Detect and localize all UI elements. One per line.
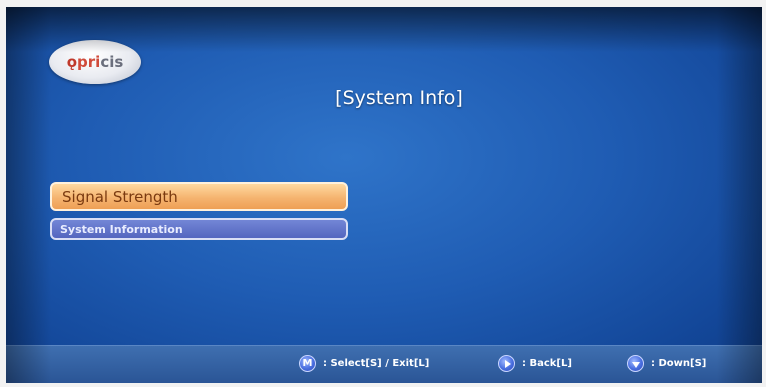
m-button-icon: M xyxy=(299,355,316,372)
menu-item-signal-strength[interactable]: Signal Strength xyxy=(50,182,348,211)
page-title: [System Info] xyxy=(335,87,463,109)
hint-back: : Back[L] xyxy=(498,355,572,372)
logo-part-1: ǫ xyxy=(66,53,78,71)
right-arrow-button-icon xyxy=(498,355,515,372)
tv-screen: ǫpricis [System Info] Signal Strength Sy… xyxy=(6,7,762,383)
m-button-icon-text: M xyxy=(302,358,313,369)
hint-select-exit: M : Select[S] / Exit[L] xyxy=(299,355,429,372)
menu-item-label: System Information xyxy=(60,222,183,236)
menu-item-system-information[interactable]: System Information xyxy=(50,218,348,240)
brand-logo-text: ǫpricis xyxy=(67,53,124,71)
brand-logo: ǫpricis xyxy=(49,40,141,84)
hint-label: : Back[L] xyxy=(522,358,572,369)
hint-down: : Down[S] xyxy=(627,355,706,372)
down-arrow-button-icon xyxy=(627,355,644,372)
logo-part-2: pri xyxy=(77,53,101,71)
hint-label: : Down[S] xyxy=(651,358,707,369)
menu-item-label: Signal Strength xyxy=(62,187,178,206)
footer-hint-bar: M : Select[S] / Exit[L] : Back[L] : Down… xyxy=(6,345,762,383)
hint-label: : Select[S] / Exit[L] xyxy=(323,358,430,369)
logo-part-3: cis xyxy=(100,53,124,71)
